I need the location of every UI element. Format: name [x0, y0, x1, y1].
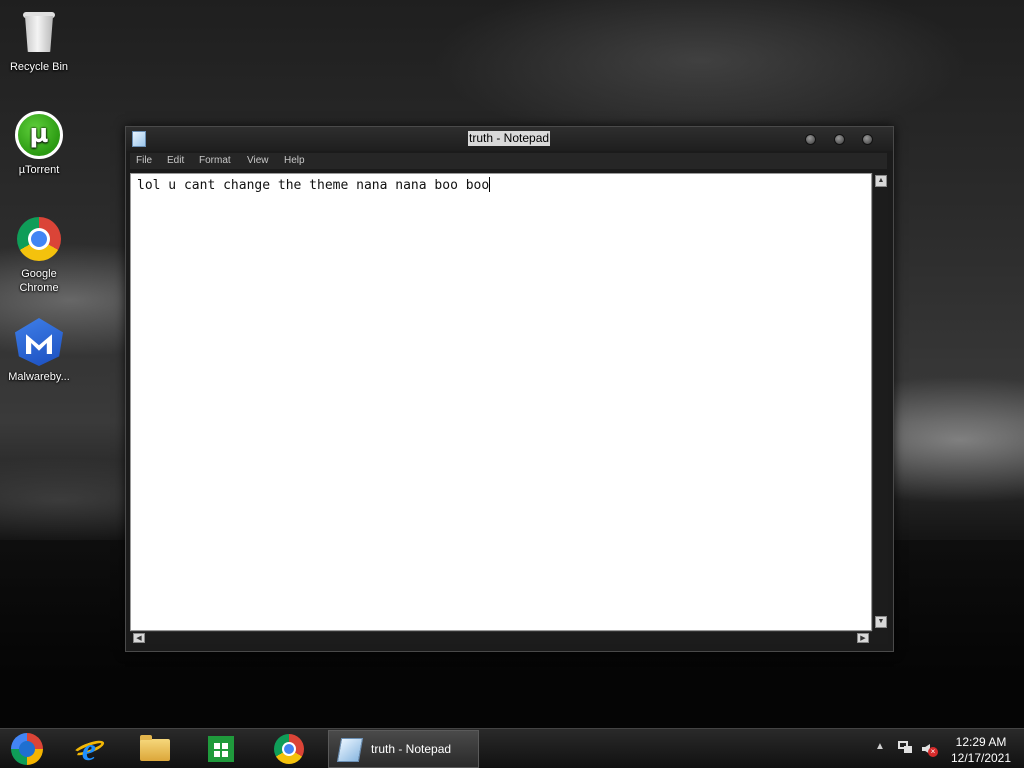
minimize-button[interactable]: [805, 134, 816, 145]
desktop-icon-malwarebytes[interactable]: Malwareby...: [0, 318, 78, 384]
utorrent-icon: µ: [15, 111, 63, 159]
close-button[interactable]: [862, 134, 873, 145]
menu-view[interactable]: View: [247, 155, 269, 166]
taskbar-internet-explorer[interactable]: e: [72, 731, 106, 767]
menu-bar: File Edit Format View Help: [130, 153, 887, 169]
menu-format[interactable]: Format: [199, 155, 231, 166]
network-icon[interactable]: [898, 741, 912, 755]
scroll-down-button[interactable]: ▼: [875, 616, 887, 628]
taskbar-notepad-task[interactable]: truth - Notepad: [328, 730, 479, 768]
recycle-bin-icon: [15, 8, 63, 56]
malwarebytes-icon: [15, 318, 63, 366]
chrome-icon: [274, 734, 304, 764]
menu-file[interactable]: File: [136, 155, 152, 166]
horizontal-scrollbar[interactable]: ◀ ▶: [130, 631, 872, 644]
notepad-icon[interactable]: [132, 131, 146, 147]
scroll-left-button[interactable]: ◀: [133, 633, 145, 643]
vertical-scrollbar[interactable]: ▲ ▼: [872, 173, 888, 631]
text-caret: [489, 177, 491, 192]
title-bar[interactable]: truth - Notepad: [126, 127, 893, 151]
notepad-window[interactable]: truth - Notepad File Edit Format View He…: [125, 126, 894, 652]
taskbar-file-explorer[interactable]: [139, 733, 171, 765]
desktop-icon-recycle-bin[interactable]: Recycle Bin: [0, 8, 78, 74]
chrome-icon: [15, 215, 63, 263]
scroll-up-button[interactable]: ▲: [875, 175, 887, 187]
menu-help[interactable]: Help: [284, 155, 305, 166]
taskbar: e truth - Notepad ▲ × 12:29 AM 12/17/202…: [0, 728, 1024, 768]
start-orb-icon: [11, 733, 43, 765]
desktop-icon-label: Malwareby...: [8, 371, 70, 383]
clock-time: 12:29 AM: [955, 735, 1007, 749]
taskbar-chrome[interactable]: [273, 733, 305, 765]
task-label: truth - Notepad: [371, 742, 452, 756]
folder-icon: [140, 735, 170, 761]
size-grip[interactable]: [872, 631, 888, 644]
maximize-button[interactable]: [834, 134, 845, 145]
start-button[interactable]: [11, 733, 43, 765]
desktop-icon-label: Recycle Bin: [9, 61, 69, 73]
show-hidden-icons-button[interactable]: ▲: [875, 741, 885, 752]
volume-muted-icon[interactable]: ×: [922, 741, 938, 757]
clock[interactable]: 12:29 AM 12/17/2021: [945, 734, 1017, 766]
desktop-icon-utorrent[interactable]: µ µTorrent: [0, 111, 78, 177]
text-editor[interactable]: lol u cant change the theme nana nana bo…: [130, 173, 872, 631]
desktop: Recycle Bin µ µTorrent Google Chrome Mal…: [0, 0, 1024, 768]
desktop-icon-google-chrome[interactable]: Google Chrome: [0, 215, 78, 295]
notepad-icon: [336, 738, 364, 762]
editor-content[interactable]: lol u cant change the theme nana nana bo…: [137, 177, 491, 193]
desktop-icon-label: µTorrent: [18, 164, 60, 176]
menu-edit[interactable]: Edit: [167, 155, 184, 166]
taskbar-store[interactable]: [205, 733, 237, 765]
desktop-icon-label: Google Chrome: [19, 268, 59, 294]
scroll-right-button[interactable]: ▶: [857, 633, 869, 643]
window-title: truth - Notepad: [468, 131, 551, 146]
clock-date: 12/17/2021: [950, 751, 1012, 765]
